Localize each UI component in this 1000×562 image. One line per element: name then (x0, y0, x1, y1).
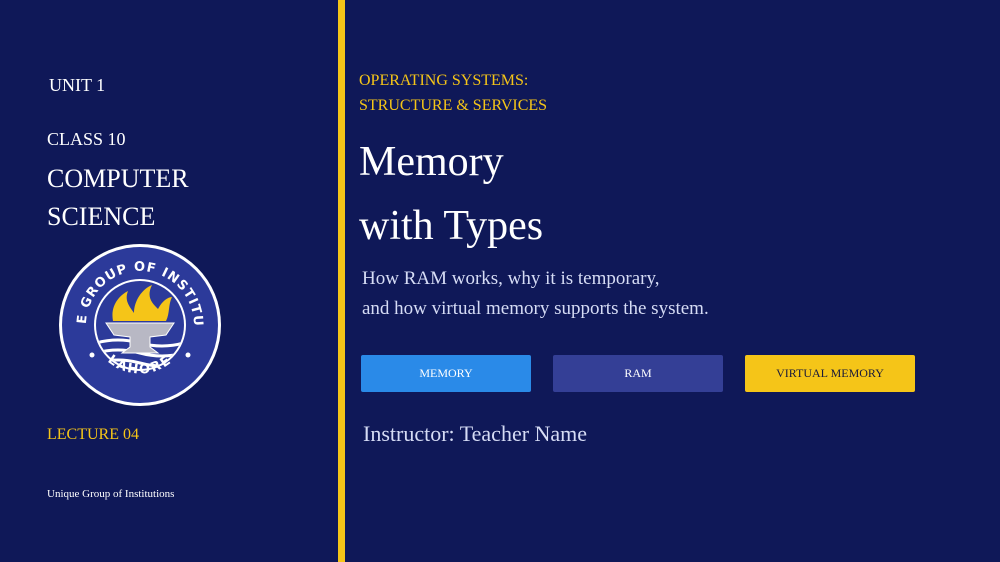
class-label: CLASS 10 (47, 129, 126, 149)
topic-tags: MEMORY RAM VIRTUAL MEMORY (361, 355, 937, 392)
slide-subtitle: How RAM works, why it is temporary, and … (362, 264, 709, 324)
kicker-line-2: STRUCTURE & SERVICES (359, 97, 548, 114)
subtitle-line-2: and how virtual memory supports the syst… (362, 298, 709, 319)
tag-memory[interactable]: MEMORY (361, 355, 531, 392)
left-panel: UNIT 1 CLASS 10 COMPUTER SCIENCE UNIQUE … (0, 0, 338, 562)
kicker-line-1: OPERATING SYSTEMS: (359, 72, 529, 89)
topic-kicker: OPERATING SYSTEMS: STRUCTURE & SERVICES (359, 68, 547, 118)
instructor-name: Instructor: Teacher Name (363, 421, 588, 446)
institution-name: Unique Group of Institutions (47, 488, 175, 500)
accent-divider (338, 0, 345, 562)
subtitle-line-1: How RAM works, why it is temporary, (362, 268, 660, 289)
main-panel: OPERATING SYSTEMS: STRUCTURE & SERVICES … (345, 0, 1000, 562)
subject-line-1: COMPUTER (47, 164, 189, 193)
title-line-1: Memory (359, 139, 504, 185)
lecture-label: LECTURE 04 (47, 426, 139, 443)
unit-label: UNIT 1 (49, 75, 106, 95)
tag-ram[interactable]: RAM (553, 355, 723, 392)
subject-title: COMPUTER SCIENCE (47, 160, 189, 236)
tag-virtual-memory[interactable]: VIRTUAL MEMORY (745, 355, 915, 392)
slide-title: Memory with Types (359, 130, 543, 258)
subject-line-2: SCIENCE (47, 202, 156, 231)
title-line-2: with Types (359, 203, 544, 249)
institution-logo: UNIQUE GROUP OF INSTITUTIONS LAHORE (58, 243, 221, 406)
